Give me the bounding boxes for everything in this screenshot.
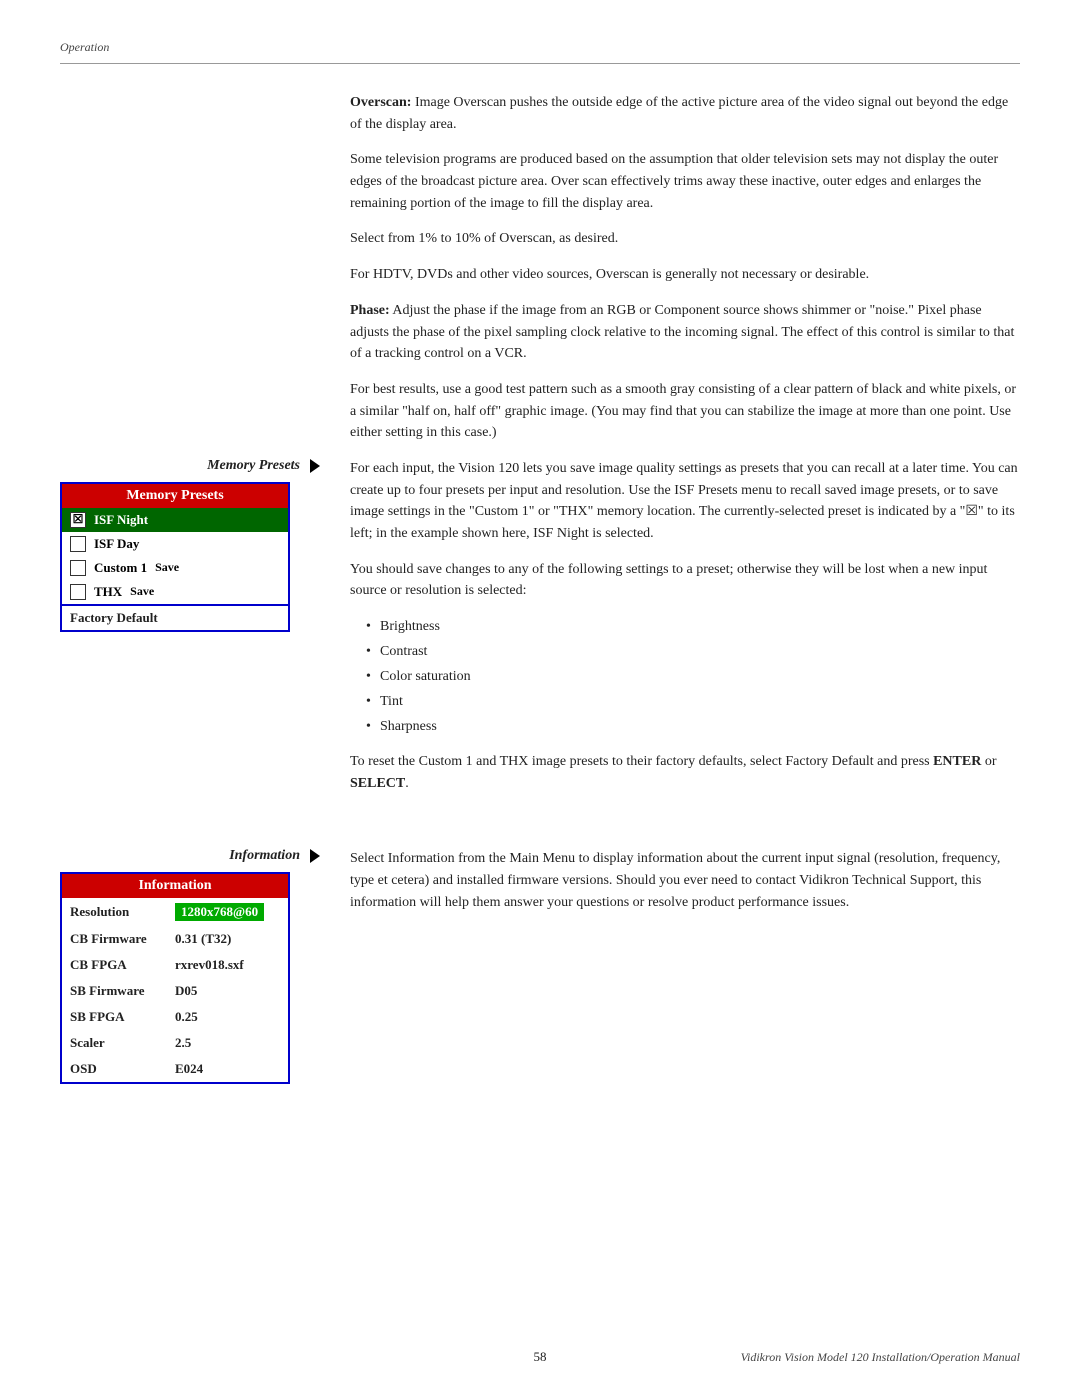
menu-item-thx[interactable]: THX Save: [62, 580, 288, 604]
bullet-color-saturation: Color saturation: [370, 666, 1020, 687]
information-menu-title: Information: [62, 874, 288, 898]
memory-presets-menu: Memory Presets ☒ ISF Night ISF Day Custo…: [60, 482, 290, 632]
info-label-cb-fpga: CB FPGA: [70, 957, 175, 973]
select-bold: SELECT: [350, 776, 405, 791]
checkbox-custom1: [70, 560, 86, 576]
checkbox-thx: [70, 584, 86, 600]
memory-para2: You should save changes to any of the fo…: [350, 559, 1020, 602]
memory-presets-label: Memory Presets: [60, 458, 320, 474]
info-row-cb-fpga: CB FPGA rxrev018.sxf: [62, 952, 288, 978]
info-row-scaler: Scaler 2.5: [62, 1030, 288, 1056]
page: Operation Overscan: Image Overscan pushe…: [0, 0, 1080, 1397]
info-value-cb-firmware: 0.31 (T32): [175, 931, 231, 947]
information-arrow: [310, 849, 320, 863]
information-title: Information: [229, 848, 300, 864]
overscan-para1: Overscan: Image Overscan pushes the outs…: [350, 92, 1020, 135]
information-menu: Information Resolution 1280x768@60 CB Fi…: [60, 872, 290, 1084]
phase-para: Phase: Adjust the phase if the image fro…: [350, 300, 1020, 365]
para3-end: .: [405, 776, 409, 791]
information-para1: Select Information from the Main Menu to…: [350, 848, 1020, 913]
info-label-cb-firmware: CB Firmware: [70, 931, 175, 947]
isf-night-label: ISF Night: [94, 512, 148, 528]
section-header: Operation: [60, 40, 1020, 55]
info-row-osd: OSD E024: [62, 1056, 288, 1082]
info-value-sb-firmware: D05: [175, 983, 197, 999]
memory-left-col: Memory Presets Memory Presets ☒ ISF Nigh…: [60, 458, 340, 809]
memory-para3: To reset the Custom 1 and THX image pres…: [350, 751, 1020, 794]
isf-day-label: ISF Day: [94, 536, 139, 552]
info-label-sb-fpga: SB FPGA: [70, 1009, 175, 1025]
memory-para1: For each input, the Vision 120 lets you …: [350, 458, 1020, 545]
info-row-sb-fpga: SB FPGA 0.25: [62, 1004, 288, 1030]
custom1-save[interactable]: Save: [155, 560, 179, 575]
bullet-tint: Tint: [370, 691, 1020, 712]
info-value-sb-fpga: 0.25: [175, 1009, 198, 1025]
memory-para3-start: To reset the Custom 1 and THX image pres…: [350, 754, 933, 769]
info-value-osd: E024: [175, 1061, 203, 1077]
memory-bullets: Brightness Contrast Color saturation Tin…: [370, 616, 1020, 737]
phase-para2: For best results, use a good test patter…: [350, 379, 1020, 444]
bullet-brightness: Brightness: [370, 616, 1020, 637]
thx-label: THX: [94, 584, 122, 600]
right-col-overscan: Overscan: Image Overscan pushes the outs…: [340, 92, 1020, 458]
overscan-para1-text: Image Overscan pushes the outside edge o…: [350, 95, 1008, 132]
memory-right-col: For each input, the Vision 120 lets you …: [340, 458, 1020, 809]
info-value-scaler: 2.5: [175, 1035, 191, 1051]
info-left-col: Information Information Resolution 1280x…: [60, 848, 340, 1084]
custom1-label: Custom 1: [94, 560, 147, 576]
info-value-cb-fpga: rxrev018.sxf: [175, 957, 244, 973]
information-label: Information: [60, 848, 320, 864]
checkbox-isf-day: [70, 536, 86, 552]
checkbox-isf-night: ☒: [70, 512, 86, 528]
info-row-resolution: Resolution 1280x768@60: [62, 898, 288, 926]
enter-bold: ENTER: [933, 754, 981, 769]
bullet-sharpness: Sharpness: [370, 716, 1020, 737]
info-row-cb-firmware: CB Firmware 0.31 (T32): [62, 926, 288, 952]
page-number: 58: [534, 1349, 547, 1365]
info-label-scaler: Scaler: [70, 1035, 175, 1051]
info-label-sb-firmware: SB Firmware: [70, 983, 175, 999]
footer-title: Vidikron Vision Model 120 Installation/O…: [741, 1350, 1020, 1365]
overscan-para4: For HDTV, DVDs and other video sources, …: [350, 264, 1020, 286]
or-text: or: [981, 754, 996, 769]
info-row-sb-firmware: SB Firmware D05: [62, 978, 288, 1004]
overscan-para2: Some television programs are produced ba…: [350, 149, 1020, 214]
memory-menu-title: Memory Presets: [62, 484, 288, 508]
menu-item-isf-night[interactable]: ☒ ISF Night: [62, 508, 288, 532]
factory-default-footer[interactable]: Factory Default: [62, 604, 288, 630]
memory-presets-section: Memory Presets Memory Presets ☒ ISF Nigh…: [60, 458, 1020, 809]
menu-item-isf-day[interactable]: ISF Day: [62, 532, 288, 556]
memory-presets-title: Memory Presets: [207, 458, 300, 474]
phase-text: Adjust the phase if the image from an RG…: [350, 303, 1014, 361]
overscan-para3: Select from 1% to 10% of Overscan, as de…: [350, 228, 1020, 250]
overscan-bold: Overscan:: [350, 95, 411, 110]
thx-save[interactable]: Save: [130, 584, 154, 599]
info-value-resolution: 1280x768@60: [175, 903, 264, 921]
memory-presets-arrow: [310, 459, 320, 473]
information-section: Information Information Resolution 1280x…: [60, 848, 1020, 1084]
phase-bold: Phase:: [350, 303, 390, 318]
info-label-resolution: Resolution: [70, 904, 175, 920]
info-right-col: Select Information from the Main Menu to…: [340, 848, 1020, 1084]
info-label-osd: OSD: [70, 1061, 175, 1077]
menu-item-custom1[interactable]: Custom 1 Save: [62, 556, 288, 580]
bullet-contrast: Contrast: [370, 641, 1020, 662]
top-divider: [60, 63, 1020, 64]
left-col-overscan: [60, 92, 340, 458]
